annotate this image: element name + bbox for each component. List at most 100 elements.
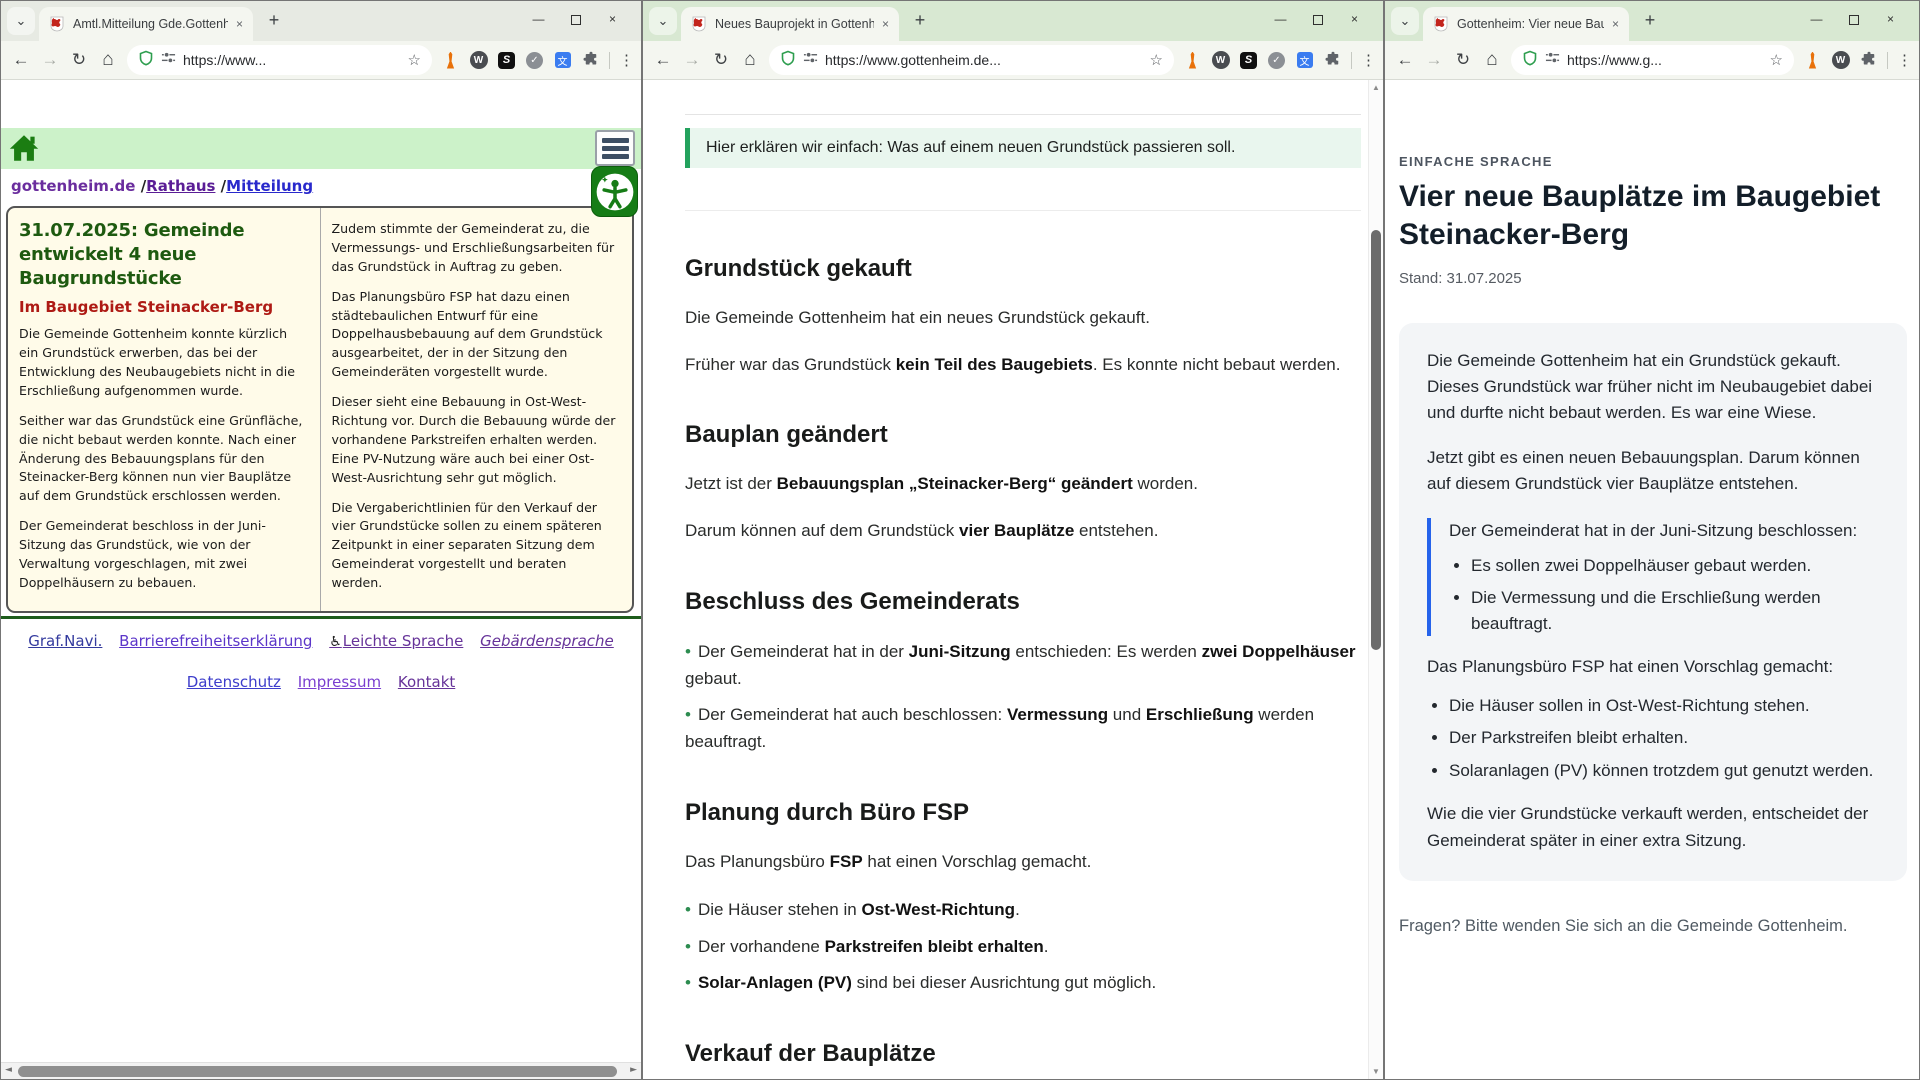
footer-link-barrierefreiheit[interactable]: Barrierefreiheitserklärung [119,632,312,650]
back-button[interactable]: ← [11,50,31,70]
minimize-button[interactable]: — [1262,9,1299,29]
footer-link-datenschutz[interactable]: Datenschutz [187,673,281,691]
extensions-puzzle-icon[interactable] [1859,51,1878,70]
translate-extension-icon[interactable]: 文 [553,51,572,70]
paragraph: Zudem stimmte der Gemeinderat zu, die Ve… [332,220,622,277]
tab-strip-chevron-button[interactable]: ⌄ [1391,7,1419,35]
footer-link-impressum[interactable]: Impressum [298,673,381,691]
checker-extension-icon[interactable]: ✓ [525,51,544,70]
url-text[interactable]: https://www.gottenheim.de... [825,52,1001,68]
tab-close-icon[interactable]: × [236,17,243,31]
tab-strip-chevron-button[interactable]: ⌄ [7,7,35,35]
bookmark-star-icon[interactable]: ☆ [1770,51,1783,69]
scroll-left-icon[interactable]: ◄ [5,1065,12,1075]
close-window-button[interactable]: × [594,9,631,29]
tab-close-icon[interactable]: × [1612,17,1619,31]
tab-strip: ⌄ Amtl.Mitteilung Gde.Gottenhei × + — × [1,1,641,41]
maximize-button[interactable] [557,9,594,29]
horizontal-scrollbar[interactable]: ◄ ► [1,1062,641,1079]
browser-menu-icon[interactable]: ⋮ [619,51,631,69]
site-info-shield-icon[interactable] [1522,50,1538,71]
browser-window-simple-explanation: ⌄ Neues Bauprojekt in Gottenhei × + — × … [642,0,1384,1080]
site-controls-icon[interactable] [803,50,818,70]
accessibility-widget-button[interactable] [591,166,638,217]
breadcrumb-link-rathaus[interactable]: Rathaus [146,177,215,195]
site-info-shield-icon[interactable] [138,50,154,71]
url-text[interactable]: https://www... [183,52,266,68]
vertical-scrollbar[interactable]: ▲ ▼ [1368,80,1383,1079]
close-window-button[interactable]: × [1872,9,1909,29]
site-info-shield-icon[interactable] [780,50,796,71]
maximize-button[interactable] [1299,9,1336,29]
back-button[interactable]: ← [653,50,673,70]
scroll-down-icon[interactable]: ▼ [1369,1067,1383,1076]
address-bar[interactable]: https://www.gottenheim.de... ☆ [769,45,1174,75]
new-tab-button[interactable]: + [261,7,287,33]
forward-button[interactable]: → [1424,50,1444,70]
extensions-puzzle-icon[interactable] [581,51,600,70]
list-item: •Der Gemeinderat hat auch beschlossen: V… [685,701,1361,755]
breadcrumb: gottenheim.de /Rathaus /Mitteilung [11,177,313,195]
tab[interactable]: Amtl.Mitteilung Gde.Gottenhei × [39,7,253,41]
site-controls-icon[interactable] [1545,50,1560,70]
address-bar[interactable]: https://www... ☆ [127,45,432,75]
article-column-right: Zudem stimmte der Gemeinderat zu, die Ve… [320,208,633,611]
reload-button[interactable]: ↻ [69,50,89,70]
breadcrumb-site[interactable]: gottenheim.de [11,177,135,195]
home-button[interactable]: ⌂ [1482,49,1502,71]
stylus-extension-icon[interactable]: S [497,51,516,70]
footer-link-kontakt[interactable]: Kontakt [398,673,455,691]
wayback-machine-extension-icon[interactable]: W [469,51,488,70]
paragraph: Das Planungsbüro FSP hat einen Vorschlag… [685,850,1361,874]
scroll-right-icon[interactable]: ► [630,1065,637,1075]
browser-menu-icon[interactable]: ⋮ [1897,51,1909,69]
tab[interactable]: Gottenheim: Vier neue Bauplätz × [1423,7,1629,41]
extensions-puzzle-icon[interactable] [1323,51,1342,70]
tab-title: Amtl.Mitteilung Gde.Gottenhei [73,17,228,31]
close-window-button[interactable]: × [1336,9,1373,29]
breadcrumb-link-mitteilung[interactable]: Mitteilung [226,177,313,195]
reload-button[interactable]: ↻ [1453,50,1473,70]
footer-link-leichte-sprache[interactable]: ♿Leichte Sprache [329,632,463,650]
site-home-icon[interactable] [7,131,41,169]
site-controls-icon[interactable] [161,50,176,70]
stylus-extension-icon[interactable]: S [1239,51,1258,70]
minimize-button[interactable]: — [1798,9,1835,29]
browser-window-easy-language: ⌄ Gottenheim: Vier neue Bauplätz × + — ×… [1384,0,1920,1080]
horizontal-scrollbar-thumb[interactable] [18,1066,617,1077]
home-button[interactable]: ⌂ [98,49,118,71]
site-menu-hamburger-button[interactable] [595,130,635,166]
page-title: Vier neue Bauplätze im Baugebiet Steinac… [1399,178,1907,255]
lighthouse-extension-icon[interactable] [1183,51,1202,70]
tab[interactable]: Neues Bauprojekt in Gottenhei × [681,7,899,41]
minimize-button[interactable]: — [520,9,557,29]
address-bar[interactable]: https://www.g... ☆ [1511,45,1794,75]
paragraph: Das Planungsbüro FSP hat dazu einen städ… [332,288,622,382]
forward-button[interactable]: → [682,50,702,70]
browser-menu-icon[interactable]: ⋮ [1361,51,1373,69]
maximize-button[interactable] [1835,9,1872,29]
back-button[interactable]: ← [1395,50,1415,70]
tab-close-icon[interactable]: × [882,17,889,31]
list-item: •Der Gemeinderat hat in der Juni-Sitzung… [685,638,1361,692]
reload-button[interactable]: ↻ [711,50,731,70]
new-tab-button[interactable]: + [907,7,933,33]
new-tab-button[interactable]: + [1637,7,1663,33]
wayback-machine-extension-icon[interactable]: W [1211,51,1230,70]
bookmark-star-icon[interactable]: ☆ [1150,51,1163,69]
lighthouse-extension-icon[interactable] [441,51,460,70]
bookmark-star-icon[interactable]: ☆ [408,51,421,69]
checker-extension-icon[interactable]: ✓ [1267,51,1286,70]
wayback-machine-extension-icon[interactable]: W [1831,51,1850,70]
scroll-up-icon[interactable]: ▲ [1369,83,1383,92]
url-text[interactable]: https://www.g... [1567,52,1662,68]
lighthouse-extension-icon[interactable] [1803,51,1822,70]
home-button[interactable]: ⌂ [740,49,760,71]
forward-button[interactable]: → [40,50,60,70]
tab-strip-chevron-button[interactable]: ⌄ [649,7,677,35]
vertical-scrollbar-thumb[interactable] [1371,230,1381,650]
footer-link-graf-navi[interactable]: Graf.Navi. [28,632,102,650]
translate-extension-icon[interactable]: 文 [1295,51,1314,70]
footer-link-gebaerdensprache[interactable]: Gebärdensprache [480,632,614,650]
list-item: •Der vorhandene Parkstreifen bleibt erha… [685,933,1361,960]
